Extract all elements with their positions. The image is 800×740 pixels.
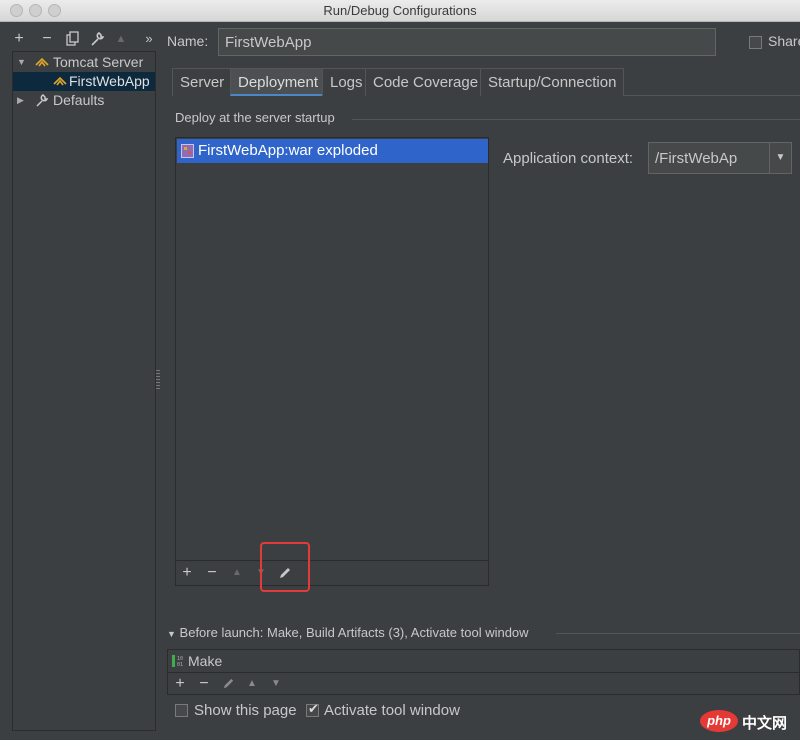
tab-code-coverage[interactable]: Code Coverage bbox=[365, 68, 487, 96]
list-item[interactable]: 10 01 Make bbox=[168, 650, 799, 672]
before-launch-label: Before launch: Make, Build Artifacts (3)… bbox=[179, 625, 529, 640]
activate-tool-window-checkbox[interactable]: ✔ bbox=[306, 701, 319, 717]
php-logo-text: php bbox=[707, 713, 731, 728]
tomcat-icon bbox=[53, 76, 67, 86]
before-launch-toolbar: + − ▲ ▼ bbox=[168, 672, 799, 694]
copy-configuration-button[interactable] bbox=[64, 29, 82, 49]
before-launch-header[interactable]: ▼ Before launch: Make, Build Artifacts (… bbox=[167, 625, 529, 640]
tab-server[interactable]: Server bbox=[172, 68, 233, 96]
chevron-down-icon: ▼ bbox=[167, 629, 176, 639]
make-icon: 10 01 bbox=[172, 655, 183, 668]
tree-item-defaults[interactable]: ▶ Defaults bbox=[13, 91, 155, 110]
add-task-button[interactable]: + bbox=[171, 674, 189, 694]
tomcat-icon bbox=[35, 57, 49, 67]
remove-task-button[interactable]: − bbox=[195, 674, 213, 694]
name-input[interactable] bbox=[218, 28, 716, 56]
tab-deployment[interactable]: Deployment bbox=[230, 68, 327, 96]
add-configuration-button[interactable]: + bbox=[10, 29, 28, 49]
application-context-value: /FirstWebAp bbox=[655, 150, 738, 167]
artifact-list-toolbar: + − ▲ ▼ bbox=[176, 560, 488, 585]
list-item[interactable]: FirstWebApp:war exploded bbox=[177, 139, 488, 163]
chevron-right-icon[interactable]: ▶ bbox=[17, 91, 24, 110]
wrench-icon bbox=[36, 94, 49, 107]
tree-item-label: Defaults bbox=[53, 92, 105, 108]
config-tabs: Server Deployment Logs Code Coverage Sta… bbox=[172, 68, 800, 96]
site-watermark: php 中文网 bbox=[700, 710, 800, 734]
copy-icon bbox=[66, 31, 79, 46]
artifact-icon bbox=[181, 144, 194, 158]
add-artifact-button[interactable]: + bbox=[178, 563, 196, 583]
configurations-tree: ▼ Tomcat Server FirstWebApp ▶ Defaults bbox=[12, 51, 156, 731]
tree-item-tomcat-server[interactable]: ▼ Tomcat Server bbox=[13, 53, 155, 72]
section-divider bbox=[556, 633, 800, 634]
chevron-down-icon[interactable]: ▼ bbox=[17, 53, 26, 72]
application-context-label: Application context: bbox=[503, 150, 634, 167]
highlight-box bbox=[260, 542, 310, 592]
share-checkbox[interactable] bbox=[749, 36, 762, 49]
move-up-icon[interactable]: ▲ bbox=[243, 674, 261, 694]
svg-text:01: 01 bbox=[177, 662, 183, 668]
tree-item-label: Tomcat Server bbox=[53, 54, 144, 70]
application-context-combobox[interactable]: /FirstWebAp ▼ bbox=[648, 142, 792, 174]
artifact-label: FirstWebApp:war exploded bbox=[198, 142, 378, 159]
tab-startup-connection[interactable]: Startup/Connection bbox=[480, 68, 625, 96]
share-label: Share bbox=[768, 33, 800, 49]
task-label: Make bbox=[188, 653, 223, 669]
move-up-icon[interactable]: ▲ bbox=[112, 29, 130, 49]
watermark-site-text: 中文网 bbox=[742, 715, 788, 732]
deploy-section-label: Deploy at the server startup bbox=[175, 110, 335, 125]
title-bar: Run/Debug Configurations bbox=[0, 0, 800, 22]
edit-defaults-button[interactable] bbox=[88, 29, 106, 49]
remove-configuration-button[interactable]: − bbox=[38, 29, 56, 49]
tree-item-label: FirstWebApp bbox=[69, 73, 150, 89]
tree-item-firstwebapp[interactable]: FirstWebApp bbox=[13, 72, 155, 91]
deployment-artifact-list[interactable]: FirstWebApp:war exploded bbox=[175, 137, 489, 586]
checkmark-icon: ✔ bbox=[308, 701, 319, 716]
tab-logs[interactable]: Logs bbox=[322, 68, 371, 96]
show-this-page-label: Show this page bbox=[194, 702, 297, 719]
sidebar-toolbar: + − ▲ » bbox=[8, 29, 156, 49]
section-divider bbox=[352, 119, 800, 120]
dropdown-arrow-icon[interactable]: ▼ bbox=[769, 143, 791, 173]
edit-task-button[interactable] bbox=[219, 674, 237, 694]
name-label: Name: bbox=[167, 33, 209, 49]
show-this-page-checkbox[interactable] bbox=[175, 704, 188, 717]
remove-artifact-button[interactable]: − bbox=[203, 563, 221, 583]
pencil-icon bbox=[223, 678, 233, 689]
before-launch-list: 10 01 Make + − ▲ ▼ bbox=[167, 649, 800, 695]
move-up-icon[interactable]: ▲ bbox=[228, 563, 246, 583]
wrench-icon bbox=[91, 32, 105, 46]
more-actions-button[interactable]: » bbox=[140, 29, 158, 49]
activate-tool-window-label: Activate tool window bbox=[324, 702, 460, 719]
move-down-icon[interactable]: ▼ bbox=[267, 674, 285, 694]
sidebar-splitter-handle[interactable] bbox=[156, 370, 160, 390]
window-title: Run/Debug Configurations bbox=[323, 3, 477, 18]
configurations-sidebar: + − ▲ » ▼ Tomcat Server FirstWebApp ▶ De… bbox=[0, 23, 156, 740]
